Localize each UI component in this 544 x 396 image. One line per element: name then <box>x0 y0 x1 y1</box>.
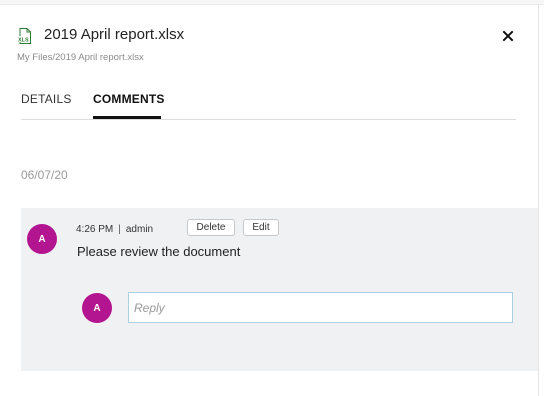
comment-thread: A 4:26 PM | admin Delete Edit Please revie… <box>21 208 538 371</box>
tab-comments[interactable]: COMMENTS <box>93 92 165 106</box>
meta-separator: | <box>118 224 121 235</box>
reply-input[interactable] <box>128 292 513 323</box>
reply-avatar-initial: A <box>93 302 101 314</box>
tab-bar: DETAILS COMMENTS <box>21 90 516 120</box>
comment-author: admin <box>125 224 154 235</box>
comment-text: Please review the document <box>77 244 241 259</box>
avatar: A <box>27 224 57 254</box>
top-divider <box>0 0 544 5</box>
xlsx-icon-text: XLS <box>18 38 29 44</box>
xlsx-file-icon: XLS <box>17 28 33 44</box>
tab-details[interactable]: DETAILS <box>21 92 72 106</box>
active-tab-indicator <box>93 116 161 119</box>
edit-comment-button[interactable]: Edit <box>243 219 279 236</box>
delete-comment-button[interactable]: Delete <box>187 219 235 236</box>
file-path: My Files/2019 April report.xlsx <box>17 52 144 63</box>
close-icon <box>502 30 514 42</box>
date-group-label: 06/07/20 <box>21 168 68 182</box>
comment-time: 4:26 PM <box>76 224 114 235</box>
comment-meta: 4:26 PM | admin <box>76 224 153 235</box>
avatar-initial: A <box>38 233 46 245</box>
close-button[interactable] <box>501 29 515 43</box>
comments-panel: XLS 2019 April report.xlsx My Files/2019… <box>0 0 544 396</box>
file-title: 2019 April report.xlsx <box>44 26 185 43</box>
reply-avatar: A <box>82 293 112 323</box>
